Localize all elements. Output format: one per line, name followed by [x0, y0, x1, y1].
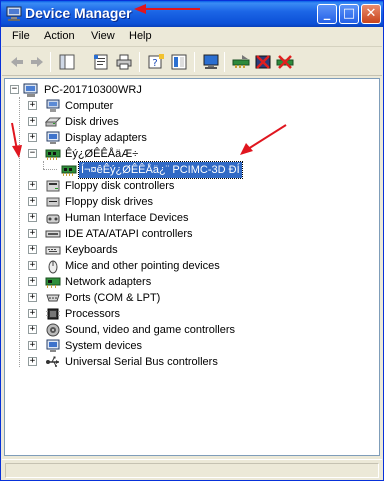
device-arrow-annotation: [240, 124, 287, 155]
title-arrow-annotation: [134, 4, 200, 14]
annotation-overlay: [11, 4, 287, 158]
category-arrow-annotation: [11, 122, 22, 158]
